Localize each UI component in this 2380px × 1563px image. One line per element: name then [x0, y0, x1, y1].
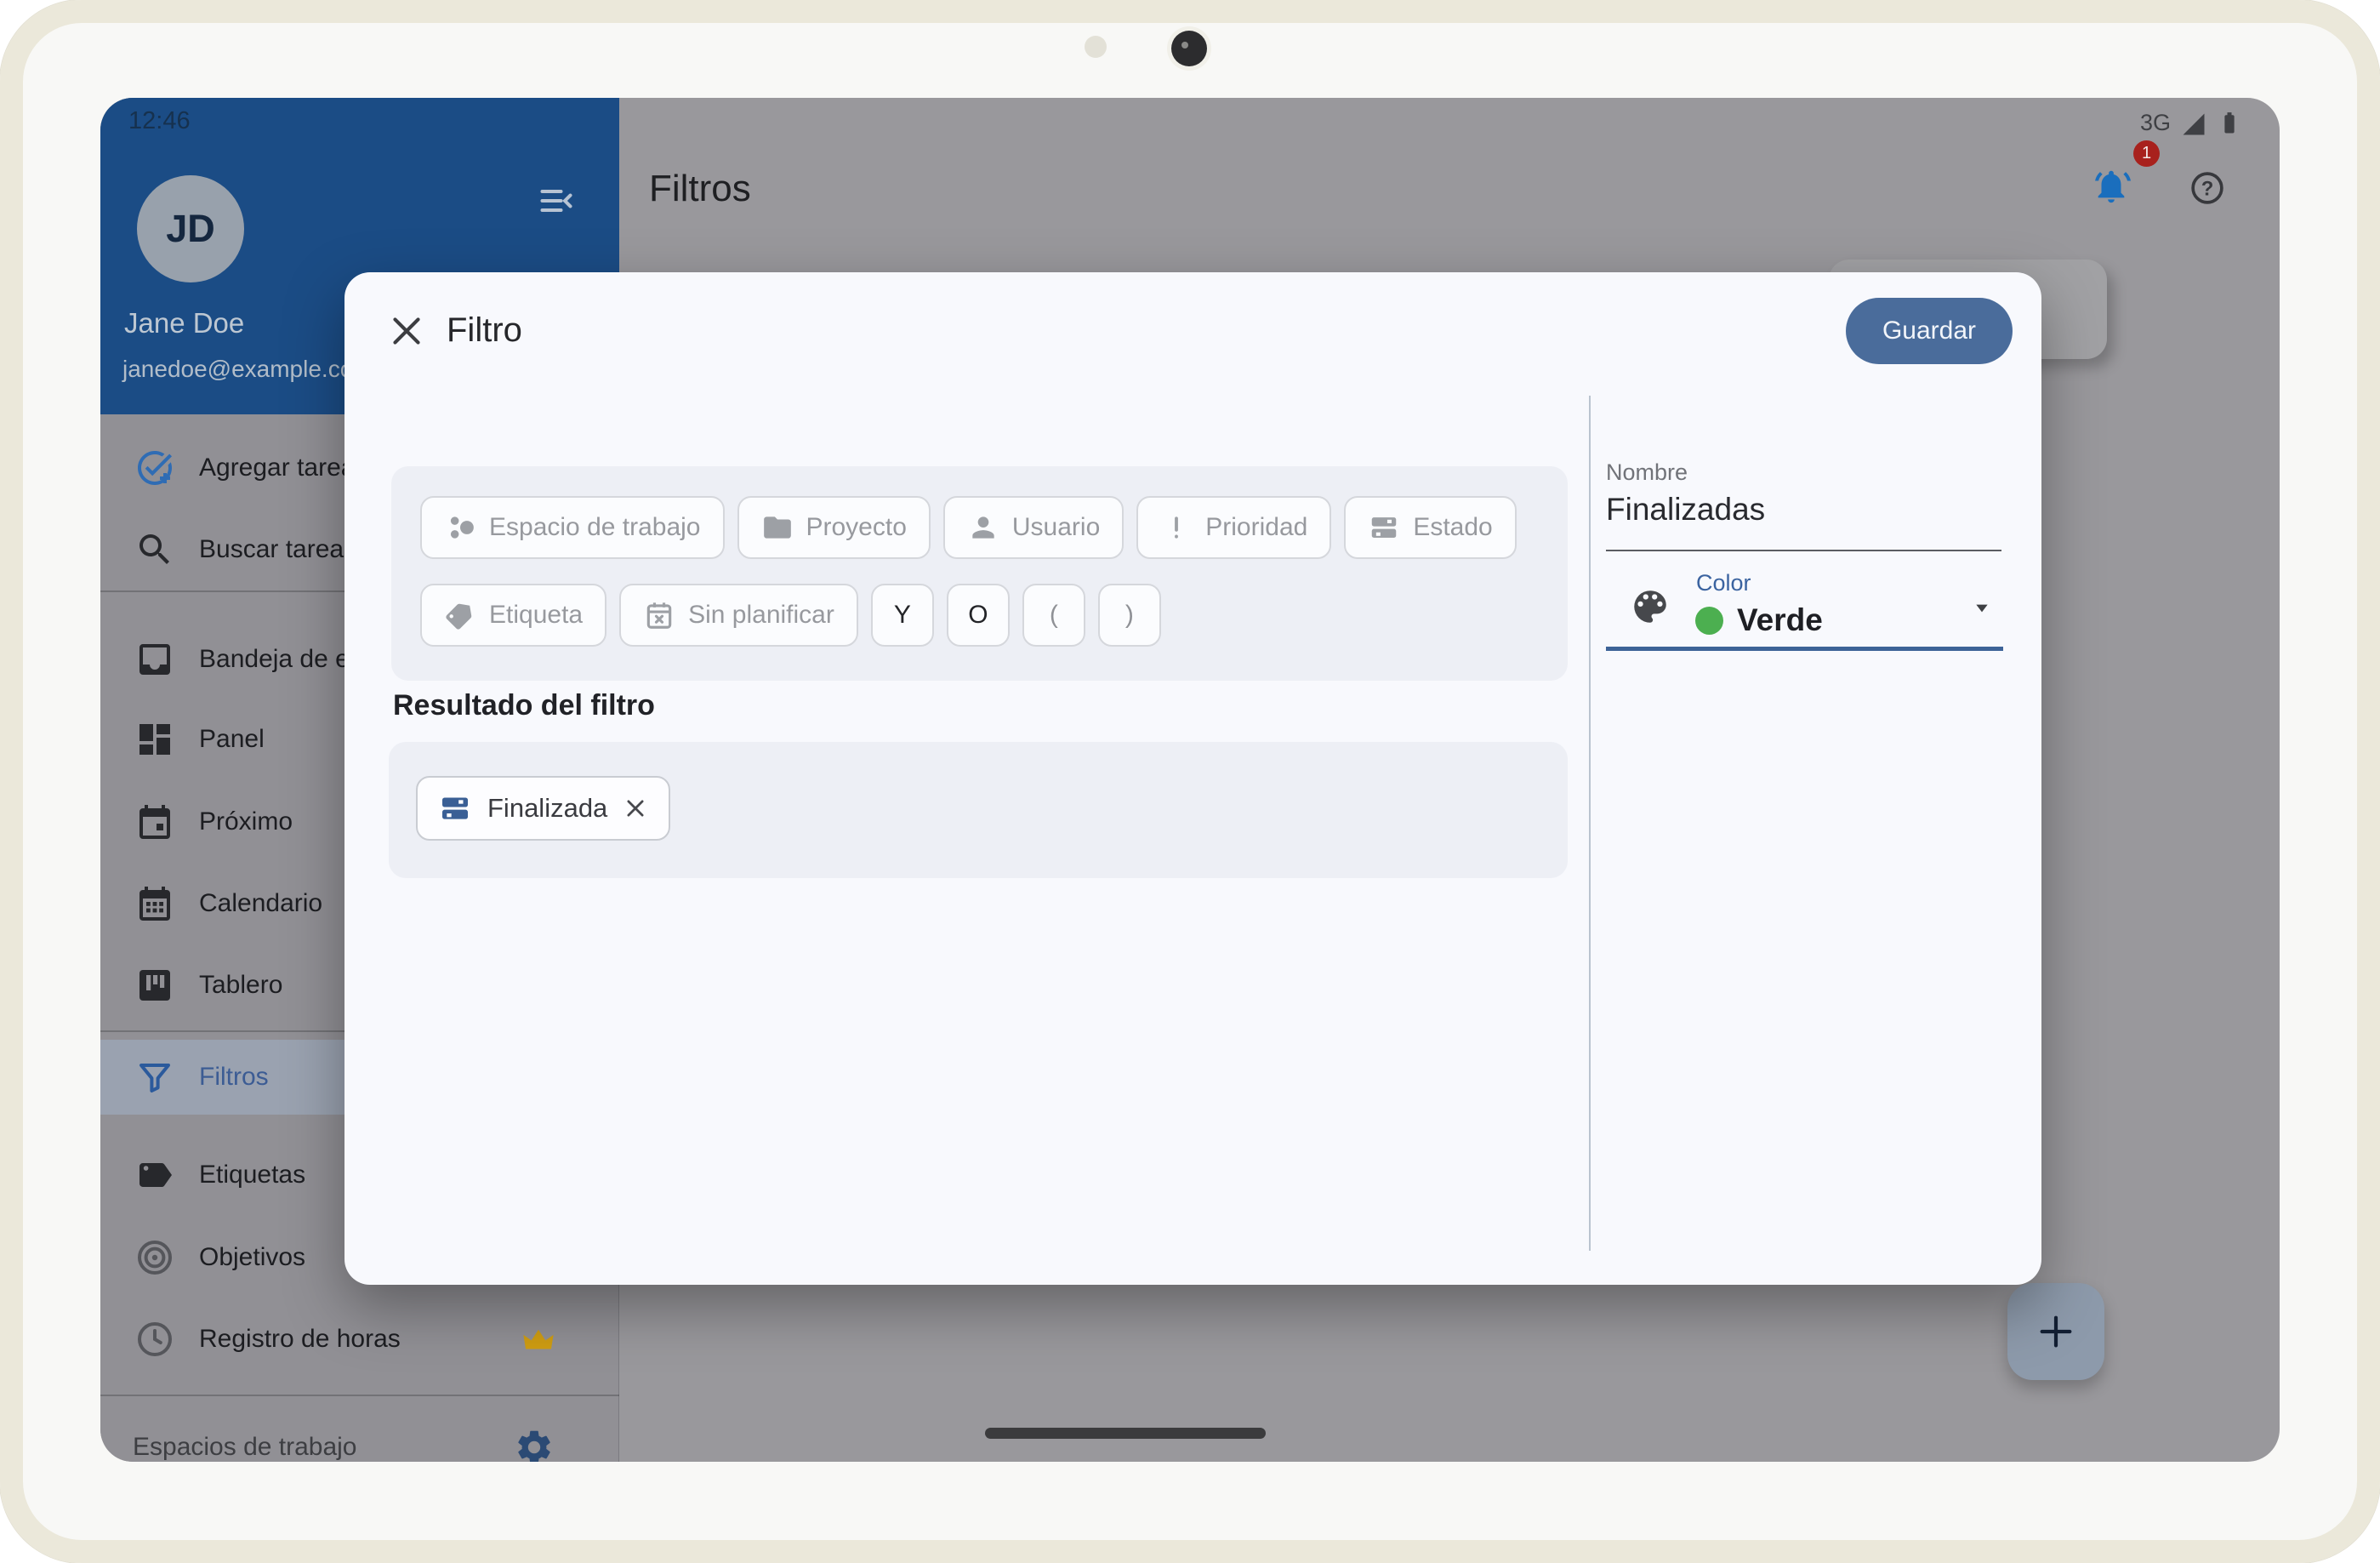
tag-icon	[134, 1155, 175, 1195]
color-field-label: Color	[1696, 570, 1751, 596]
color-field-value: Verde	[1737, 602, 1823, 638]
chip-label: Sin planificar	[688, 601, 834, 630]
add-task-icon	[134, 448, 175, 488]
chip-user[interactable]: Usuario	[943, 496, 1124, 559]
filter-funnel-icon	[134, 1057, 175, 1098]
chip-label: )	[1125, 601, 1134, 630]
page-title: Filtros	[649, 168, 751, 210]
filter-modal: Filtro Guardar Espacio de trabajo	[344, 272, 2041, 1285]
signal-icon	[2181, 111, 2206, 137]
kanban-icon	[134, 965, 175, 1006]
notifications-bell-icon[interactable]	[2092, 167, 2131, 206]
sidebar-item-label: Filtros	[199, 1063, 269, 1092]
status-icon	[1368, 511, 1400, 544]
network-type: 3G	[2140, 110, 2171, 136]
chip-label: O	[968, 601, 988, 630]
sidebar-item-label: Agregar tareas	[199, 453, 367, 482]
tablet-frame: 3G 12:46 JD Jane Doe janedoe@example.com	[0, 0, 2380, 1563]
sidebar-item-label: Tablero	[199, 971, 282, 1000]
workspace-icon	[444, 511, 476, 544]
sidebar-footer-divider	[100, 1395, 619, 1396]
remove-chip-icon[interactable]	[623, 796, 648, 821]
modal-title: Filtro	[447, 311, 522, 350]
inbox-icon	[134, 639, 175, 680]
name-field-label: Nombre	[1606, 459, 1688, 486]
chip-tag[interactable]: Etiqueta	[420, 584, 606, 647]
search-icon	[134, 529, 175, 570]
save-button[interactable]: Guardar	[1846, 298, 2013, 364]
svg-text:?: ?	[2201, 177, 2214, 200]
clock-icon	[134, 1319, 175, 1360]
sidebar-item-label: Objetivos	[199, 1243, 305, 1272]
front-camera	[1171, 31, 1207, 66]
chip-label: Y	[894, 601, 911, 630]
sidebar-item-time-log[interactable]: Registro de horas	[100, 1302, 619, 1377]
color-select[interactable]: Verde	[1695, 602, 1823, 638]
result-chip-finalizada[interactable]: Finalizada	[416, 776, 670, 841]
result-heading: Resultado del filtro	[393, 689, 655, 722]
screen: 3G 12:46 JD Jane Doe janedoe@example.com	[100, 98, 2280, 1462]
avatar[interactable]: JD	[137, 175, 244, 282]
chevron-down-icon[interactable]	[1965, 594, 1999, 621]
event-icon	[134, 801, 175, 842]
chip-operator-open-paren[interactable]: (	[1022, 584, 1085, 647]
color-field-underline	[1606, 647, 2003, 651]
sidebar-item-label: Panel	[199, 725, 265, 754]
chip-operator-and[interactable]: Y	[871, 584, 934, 647]
tag-icon	[444, 599, 476, 631]
priority-icon	[1160, 511, 1193, 544]
chip-label: Espacio de trabajo	[489, 513, 701, 542]
chip-label: Usuario	[1012, 513, 1100, 542]
sidebar-item-label: Próximo	[199, 807, 293, 836]
chip-operator-or[interactable]: O	[947, 584, 1010, 647]
chip-label: Estado	[1413, 513, 1492, 542]
gesture-bar[interactable]	[985, 1428, 1266, 1439]
help-icon[interactable]: ?	[2189, 169, 2226, 207]
notification-badge: 1	[2133, 140, 2160, 167]
folder-icon	[761, 511, 794, 544]
add-filter-fab[interactable]	[2007, 1283, 2104, 1380]
chip-label: Etiqueta	[489, 601, 583, 630]
person-icon	[967, 511, 999, 544]
result-chip-label: Finalizada	[487, 793, 607, 824]
sidebar-footer-workspaces[interactable]: Espacios de trabajo	[100, 1410, 619, 1462]
premium-crown-icon	[519, 1321, 558, 1360]
chip-workspace[interactable]: Espacio de trabajo	[420, 496, 725, 559]
dashboard-icon	[134, 719, 175, 760]
sidebar-item-label: Calendario	[199, 889, 322, 918]
palette-icon	[1629, 585, 1671, 628]
color-swatch-green	[1695, 607, 1723, 635]
calendar-x-icon	[643, 599, 675, 631]
filter-result-box: Finalizada	[389, 742, 1568, 878]
sidebar-item-label: Registro de horas	[199, 1325, 401, 1354]
plus-icon	[2032, 1308, 2080, 1355]
name-field-underline	[1606, 550, 2001, 551]
settings-gear-icon[interactable]	[514, 1427, 555, 1462]
chip-unplanned[interactable]: Sin planificar	[619, 584, 858, 647]
sidebar-item-label: Buscar tareas	[199, 535, 356, 564]
profile-name: Jane Doe	[124, 307, 244, 339]
name-field-value[interactable]: Finalizadas	[1606, 492, 1765, 528]
sidebar-item-label: Etiquetas	[199, 1161, 305, 1189]
status-icon	[438, 791, 472, 825]
battery-icon	[2217, 109, 2242, 136]
chip-priority[interactable]: Prioridad	[1136, 496, 1331, 559]
workspaces-label: Espacios de trabajo	[133, 1433, 357, 1462]
chip-label: Proyecto	[806, 513, 907, 542]
collapse-sidebar-icon[interactable]	[534, 182, 578, 220]
light-sensor	[1085, 36, 1107, 58]
calendar-icon	[134, 883, 175, 924]
profile-email: janedoe@example.com	[122, 356, 373, 383]
close-icon[interactable]	[385, 310, 428, 352]
chip-project[interactable]: Proyecto	[737, 496, 931, 559]
chip-status[interactable]: Estado	[1344, 496, 1516, 559]
clock-time: 12:46	[128, 107, 191, 135]
chip-operator-close-paren[interactable]: )	[1098, 584, 1161, 647]
vertical-divider	[1589, 396, 1591, 1251]
chip-label: (	[1050, 601, 1058, 630]
chip-label: Prioridad	[1205, 513, 1307, 542]
target-icon	[134, 1237, 175, 1278]
filter-builder-box: Espacio de trabajo Proyecto Usuario	[391, 466, 1568, 681]
